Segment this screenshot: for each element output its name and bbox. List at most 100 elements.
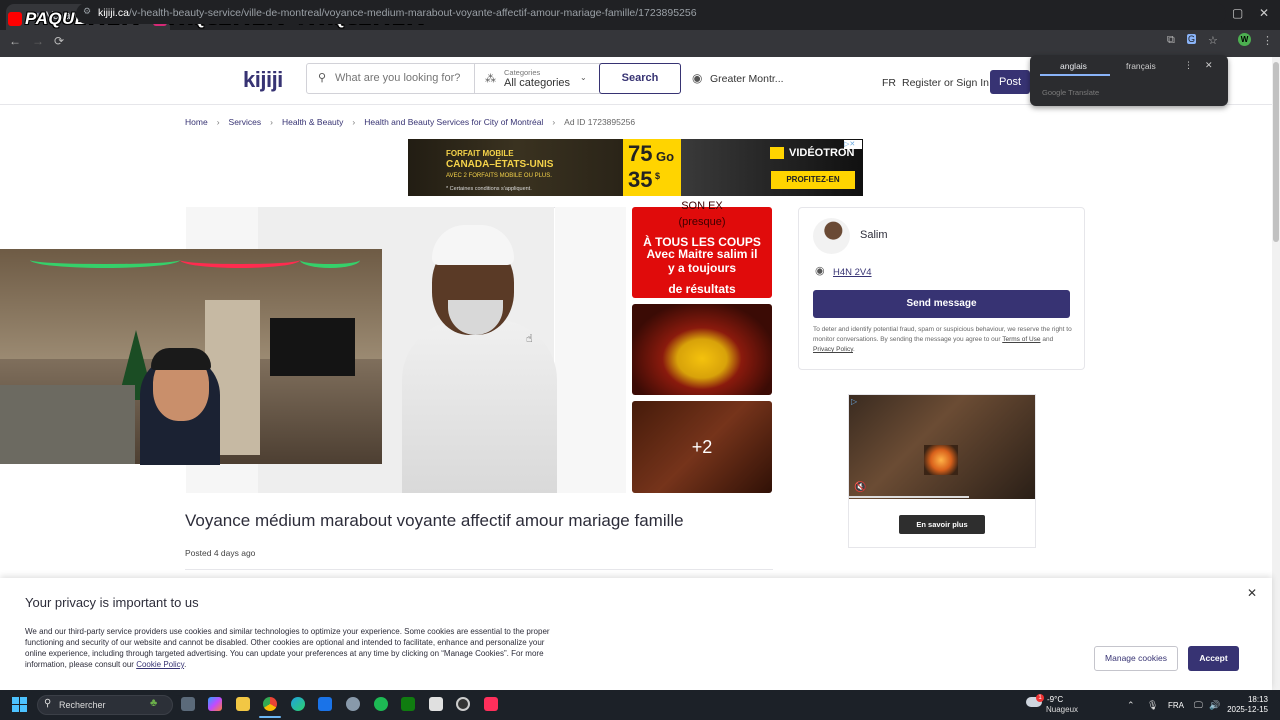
- mute-icon[interactable]: 🔇: [854, 482, 866, 493]
- edge-icon[interactable]: [291, 697, 305, 711]
- chevron-right-icon: ›: [270, 117, 273, 127]
- weather-badge: 1: [1036, 694, 1044, 702]
- maximize-icon[interactable]: ▢: [1232, 6, 1243, 20]
- translate-icon[interactable]: G: [1187, 34, 1197, 44]
- breadcrumb-health-beauty[interactable]: Health & Beauty: [282, 117, 343, 127]
- clock-time[interactable]: 18:13: [1240, 695, 1268, 704]
- active-app-indicator: [259, 716, 281, 718]
- banner-price-unit: $: [655, 171, 661, 181]
- translate-target-lang[interactable]: français: [1126, 61, 1156, 71]
- message-disclaimer: To deter and identify potential fraud, s…: [813, 325, 1073, 355]
- search-button[interactable]: Search: [599, 63, 681, 94]
- volume-icon[interactable]: 🔊: [1209, 700, 1220, 711]
- google-translate-label: Google Translate: [1042, 88, 1100, 97]
- youtube-icon: [8, 12, 22, 26]
- privacy-body: We and our third-party service providers…: [25, 627, 550, 669]
- terms-of-use-link[interactable]: Terms of Use: [1002, 336, 1040, 343]
- disclaimer-period: .: [852, 346, 855, 353]
- breadcrumb-services[interactable]: Services: [229, 117, 262, 127]
- ad-choices-icon[interactable]: ▷: [851, 397, 857, 406]
- microphone-icon[interactable]: 🎙: [1147, 700, 1158, 711]
- spotify-icon[interactable]: [374, 697, 388, 711]
- mouse-cursor-icon: ☝: [526, 333, 533, 345]
- location-pin-icon: ◉: [815, 265, 825, 277]
- close-window-icon[interactable]: ✕: [1259, 6, 1269, 20]
- photo-robe: [402, 320, 557, 493]
- video-progress-bar: [849, 496, 969, 498]
- thumbnail-1-text: (presque): [678, 216, 726, 228]
- chrome-icon[interactable]: [263, 697, 277, 711]
- divider: [185, 569, 773, 570]
- back-icon[interactable]: ←: [9, 34, 21, 48]
- thumbnail-2[interactable]: [632, 304, 772, 395]
- posted-date: Posted 4 days ago: [185, 548, 256, 558]
- reload-icon[interactable]: ⟳: [54, 34, 64, 48]
- forward-icon[interactable]: →: [32, 34, 44, 48]
- windows-start-icon[interactable]: [12, 697, 27, 712]
- translate-source-lang[interactable]: anglais: [1060, 61, 1087, 71]
- language-toggle[interactable]: FR: [882, 77, 896, 89]
- close-icon[interactable]: ✕: [1247, 586, 1257, 600]
- close-icon[interactable]: ✕: [1205, 60, 1213, 71]
- chevron-right-icon: ›: [552, 117, 556, 127]
- mail-icon[interactable]: [318, 697, 332, 711]
- xbox-icon[interactable]: [401, 697, 415, 711]
- privacy-policy-link[interactable]: Privacy Policy: [813, 346, 853, 353]
- search-input[interactable]: [335, 72, 470, 84]
- banner-brand: VIDÉOTRON: [771, 147, 854, 159]
- postal-code-link[interactable]: H4N 2V4: [833, 267, 872, 278]
- ad-choices-icon[interactable]: ▷✕: [844, 140, 862, 149]
- location-pin-icon: ◉: [692, 71, 703, 85]
- post-ad-button[interactable]: Post: [990, 70, 1030, 94]
- obs-icon[interactable]: [456, 697, 470, 711]
- categories-select[interactable]: All categories: [504, 77, 570, 89]
- breadcrumb-category[interactable]: Health and Beauty Services for City of M…: [364, 117, 543, 127]
- thumbnail-1-text: y a toujours: [667, 261, 736, 275]
- store-icon[interactable]: [429, 697, 443, 711]
- chevron-down-icon[interactable]: ⌄: [580, 73, 587, 82]
- weather-condition[interactable]: Nuageux: [1046, 705, 1078, 714]
- install-app-icon[interactable]: ⧉: [1167, 34, 1175, 47]
- kijiji-logo[interactable]: kijiji: [243, 67, 283, 93]
- avatar[interactable]: [813, 218, 850, 254]
- browser-menu-icon[interactable]: ⋮: [1262, 34, 1273, 47]
- learn-more-button[interactable]: En savoir plus: [899, 515, 985, 534]
- seller-name[interactable]: Salim: [860, 229, 888, 241]
- send-message-button[interactable]: Send message: [813, 290, 1070, 318]
- categories-grid-icon: ⁂: [485, 73, 496, 85]
- bookmark-star-icon[interactable]: ☆: [1208, 34, 1218, 47]
- network-icon[interactable]: 🖵: [1194, 700, 1203, 711]
- banner-cta-button[interactable]: PROFITEZ-EN: [771, 171, 855, 189]
- url-host: kijiji.ca: [98, 7, 129, 19]
- clock-date[interactable]: 2025-12-15: [1222, 705, 1268, 714]
- weather-temperature[interactable]: -9°C: [1047, 695, 1063, 704]
- disclaimer-and: and: [1042, 336, 1054, 343]
- privacy-text: We and our third-party service providers…: [25, 626, 560, 670]
- settings-gear-icon[interactable]: [346, 697, 360, 711]
- banner-price: 35: [628, 167, 653, 192]
- breadcrumb-home[interactable]: Home: [185, 117, 208, 127]
- address-bar[interactable]: ⚙ kijiji.ca/v-health-beauty-service/vill…: [76, 3, 1226, 24]
- location-selector[interactable]: Greater Montr...: [710, 73, 784, 85]
- thumbnail-1-text: SON EX: [681, 200, 723, 212]
- chevron-up-icon[interactable]: ⌃: [1127, 700, 1135, 711]
- more-options-icon[interactable]: ⋮: [1184, 60, 1193, 71]
- register-sign-in-link[interactable]: Register or Sign In: [902, 77, 989, 89]
- banner-line3: AVEC 2 FORFAITS MOBILE OU PLUS.: [446, 173, 552, 179]
- cookie-policy-link[interactable]: Cookie Policy: [136, 660, 184, 669]
- input-language[interactable]: FRA: [1168, 701, 1184, 710]
- task-view-icon[interactable]: [181, 697, 195, 711]
- copilot-icon[interactable]: [208, 697, 222, 711]
- image-blur-right: [555, 207, 626, 493]
- taskbar-search-text: Rechercher: [59, 700, 106, 710]
- site-info-icon[interactable]: ⚙: [83, 6, 91, 17]
- manage-cookies-button[interactable]: Manage cookies: [1094, 646, 1178, 671]
- file-explorer-icon[interactable]: [236, 697, 250, 711]
- banner-line2: CANADA–ÉTATS-UNIS: [446, 159, 554, 170]
- scrollbar-thumb[interactable]: [1273, 62, 1279, 242]
- profile-avatar-icon[interactable]: W: [1238, 33, 1251, 46]
- accept-button[interactable]: Accept: [1188, 646, 1239, 671]
- tiktok-app-icon[interactable]: [484, 697, 498, 711]
- logo-text: kijiji: [243, 67, 283, 92]
- thumbnail-1-text: de résultats: [668, 282, 736, 296]
